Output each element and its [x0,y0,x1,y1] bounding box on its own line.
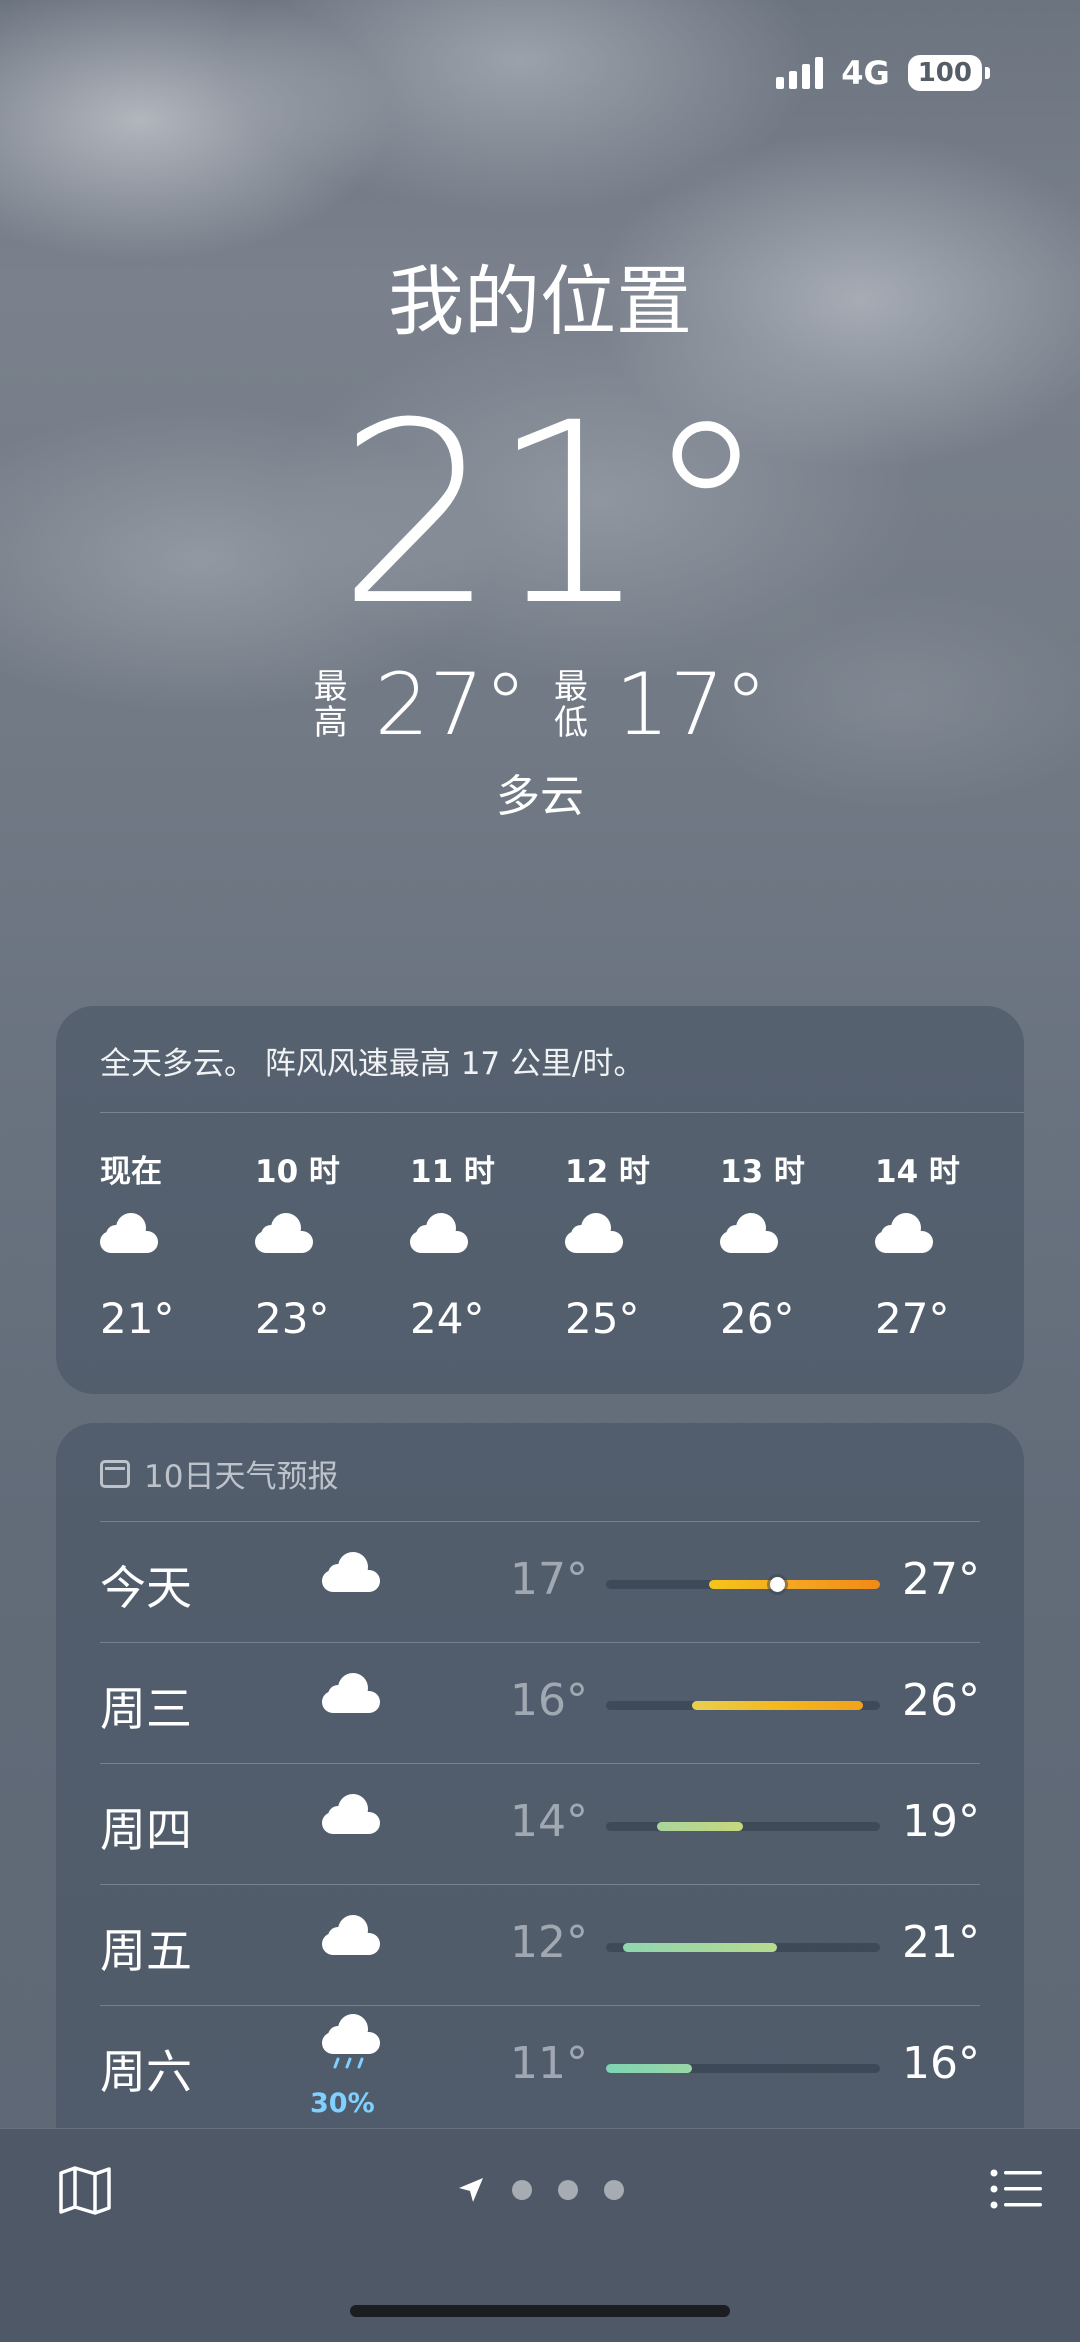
hourly-list[interactable]: 现在 21° 10 时 23° 11 时 24° 12 时 25° 13 时 26° 14… [100,1146,1024,1343]
divider [100,1112,1024,1113]
precipitation-chance: 30% [310,2088,375,2119]
signal-icon [776,57,824,89]
cloud-icon [565,1213,623,1253]
hour-label: 11 时 [410,1154,495,1190]
cloud-icon [322,1915,380,1955]
current-temp-dot [770,1577,786,1592]
home-indicator [350,2305,730,2317]
high-temperature: 21° [902,1917,980,1968]
day-name: 今天 [100,1561,192,1615]
network-type: 4G [841,54,890,92]
cloud-icon [322,1794,380,1834]
battery-icon: 100 [907,55,990,91]
daily-row[interactable]: 周六 30% 11° 16° [100,2005,980,2126]
status-bar: 4G 100 [776,54,990,92]
hour-temperature: 21° [100,1294,175,1343]
hour-label: 现在 [100,1154,162,1190]
cloud-icon [255,1213,313,1253]
daily-row[interactable]: 周五 12° 21° [100,1884,980,2005]
location-title: 我的位置 [388,257,692,346]
day-name: 周四 [100,1803,192,1857]
low-temperature: 11° [510,2038,588,2089]
hourly-item: 10 时 23° [255,1146,410,1343]
cloud-icon [322,1673,380,1713]
hour-label: 12 时 [565,1154,650,1190]
condition-text: 多云 [496,771,584,822]
list-icon[interactable] [990,2169,1042,2213]
high-label-text: 最高 [313,667,348,743]
cloud-icon [410,1213,468,1253]
cloud-icon [875,1213,933,1253]
low-temperature: 17° [615,655,768,755]
cloud-rain-icon [322,2014,380,2072]
calendar-icon [100,1459,130,1488]
hour-temperature: 25° [565,1294,640,1343]
day-name: 周五 [100,1924,192,1978]
temperature-range-fill [657,1822,743,1831]
temperature-range-fill [623,1943,778,1952]
temperature-range-bar [606,1701,880,1710]
daily-row[interactable]: 今天 17° 27° [100,1521,980,1642]
day-name: 周三 [100,1682,192,1736]
low-label: 最低 [553,669,589,741]
temperature-range-fill [606,2064,692,2073]
low-temperature: 17° [510,1554,588,1605]
hourly-item: 13 时 26° [720,1146,875,1343]
hourly-item: 现在 21° [100,1146,255,1343]
hour-label: 10 时 [255,1154,340,1190]
temperature-range-fill [691,1701,863,1710]
hourly-item: 14 时 27° [875,1146,1024,1343]
low-label-text: 最低 [554,667,588,743]
hour-temperature: 24° [410,1294,485,1343]
temperature-range-fill [708,1580,880,1589]
page-dot[interactable] [558,2180,578,2200]
hourly-item: 12 时 25° [565,1146,720,1343]
daily-header: 10日天气预报 [100,1451,338,1496]
temperature-range-bar [606,2064,880,2073]
daily-forecast-card[interactable]: 10日天气预报 今天 17° 27° 周三 16° 26° 周四 14° 19° 周五… [56,1423,1024,2143]
daily-row[interactable]: 周三 16° 26° [100,1642,980,1763]
cloud-icon [322,1552,380,1592]
cloud-icon [720,1213,778,1253]
low-temperature: 16° [510,1675,588,1726]
high-temperature: 16° [902,2038,980,2089]
high-label: 最高 [313,669,349,741]
low-temperature: 14° [510,1796,588,1847]
hourly-forecast-card[interactable]: 全天多云。 阵风风速最高 17 公里/时。 现在 21° 10 时 23° 11 时… [56,1006,1024,1394]
daily-title: 10日天气预报 [144,1459,339,1495]
temperature-range-bar [606,1577,880,1592]
hour-temperature: 26° [720,1294,795,1343]
daily-list: 今天 17° 27° 周三 16° 26° 周四 14° 19° 周五 12° 21°… [100,1521,980,2126]
page-dot[interactable] [604,2180,624,2200]
high-temperature: 26° [902,1675,980,1726]
hourly-item: 11 时 24° [410,1146,565,1343]
battery-level: 100 [907,55,982,91]
hour-label: 14 时 [875,1154,960,1190]
hourly-summary: 全天多云。 阵风风速最高 17 公里/时。 [100,1046,645,1082]
high-temperature: 27° [374,655,527,755]
hour-temperature: 27° [875,1294,950,1343]
temperature-range-bar [606,1943,880,1952]
temperature-range-bar [606,1822,880,1831]
daily-row[interactable]: 周四 14° 19° [100,1763,980,1884]
page-dot[interactable] [512,2180,532,2200]
hour-temperature: 23° [255,1294,330,1343]
page-indicator[interactable] [0,2175,1080,2205]
low-temperature: 12° [510,1917,588,1968]
high-temperature: 19° [902,1796,980,1847]
current-temperature: 21° [337,369,768,660]
day-name: 周六 [100,2045,192,2099]
high-low: 最高 27° 最低 17° [0,655,1080,755]
cloud-icon [100,1213,158,1253]
hour-label: 13 时 [720,1154,805,1190]
location-arrow-icon [456,2175,486,2205]
high-temperature: 27° [902,1554,980,1605]
